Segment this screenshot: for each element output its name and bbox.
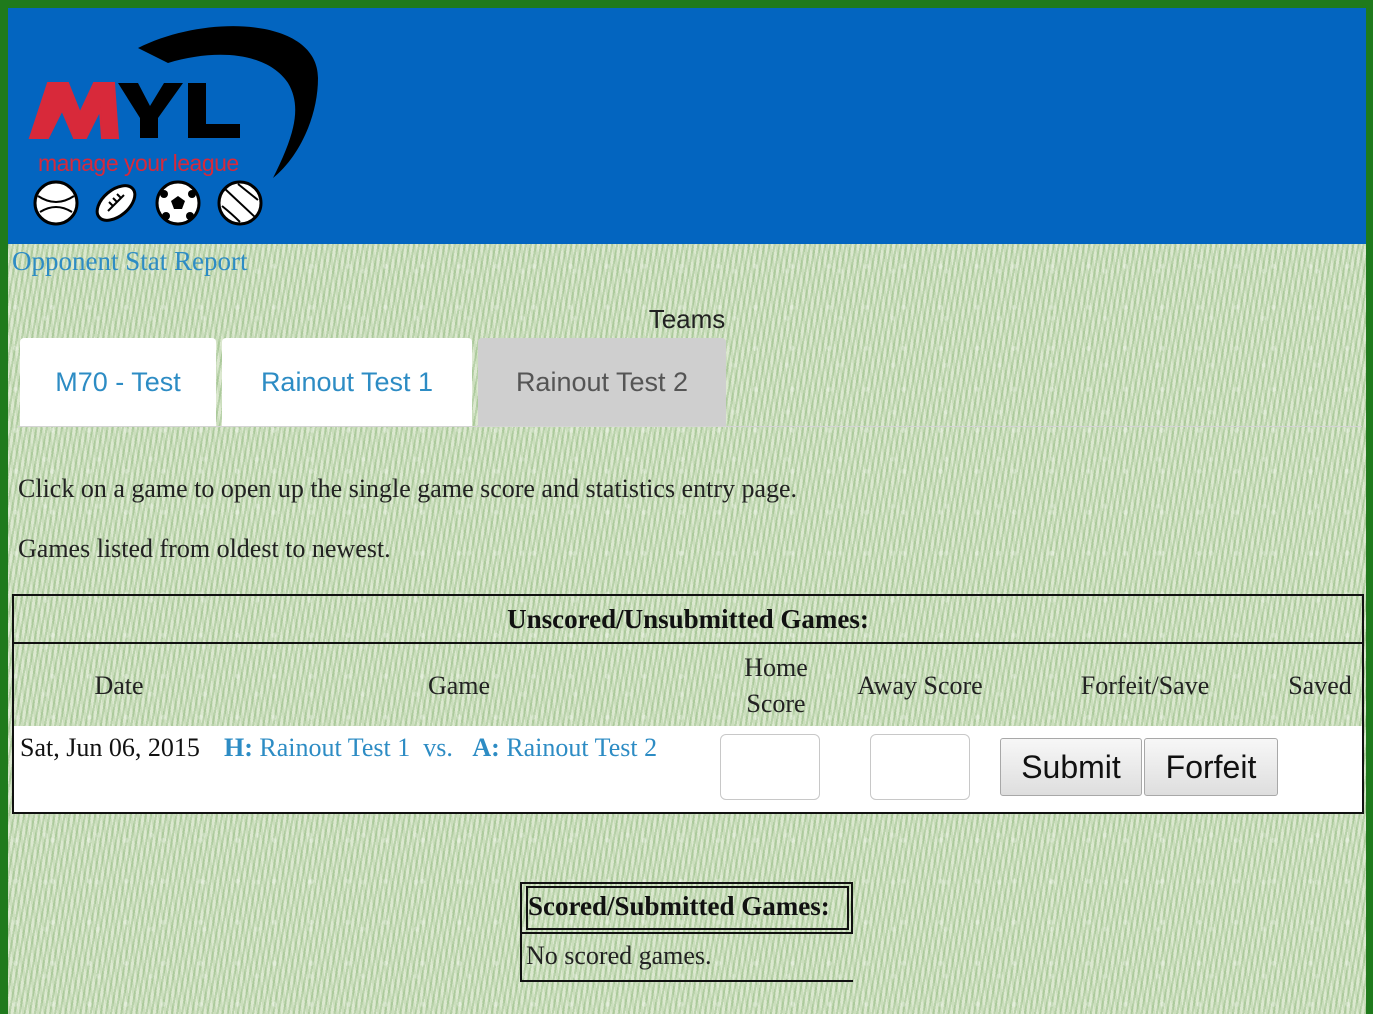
myl-logo[interactable]: manage your league — [18, 18, 328, 233]
away-score-input[interactable] — [870, 734, 970, 800]
away-prefix: A: — [472, 733, 500, 762]
tab-m70-test[interactable]: M70 - Test — [20, 338, 216, 426]
column-game: Game — [427, 671, 491, 700]
intro-instructions: Click on a game to open up the single ga… — [18, 474, 798, 503]
game-date: Sat, Jun 06, 2015 — [20, 733, 200, 762]
tab-rainout-test-1[interactable]: Rainout Test 1 — [222, 338, 472, 426]
scored-games-title: Scored/Submitted Games: — [522, 882, 853, 934]
tab-divider — [18, 426, 1362, 427]
tab-rainout-test-2[interactable]: Rainout Test 2 — [478, 338, 726, 426]
ball-icons — [33, 180, 263, 226]
away-team[interactable]: Rainout Test 2 — [506, 733, 657, 762]
opponent-stat-report-link[interactable]: Opponent Stat Report — [12, 246, 247, 277]
column-forfeit-save: Forfeit/Save — [1080, 671, 1210, 700]
game-link[interactable]: H: Rainout Test 1 vs. A: Rainout Test 2 — [224, 730, 694, 765]
forfeit-button[interactable]: Forfeit — [1144, 738, 1278, 796]
column-home-score: Home Score — [744, 653, 808, 718]
unscored-games-title: Unscored/Unsubmitted Games: — [14, 596, 1362, 644]
table-row[interactable]: Sat, Jun 06, 2015 H: Rainout Test 1 vs. … — [14, 726, 1362, 812]
intro-ordering-note: Games listed from oldest to newest. — [18, 534, 391, 563]
scored-games-table: Scored/Submitted Games: No scored games. — [520, 882, 853, 982]
unscored-games-table: Unscored/Unsubmitted Games: Date Game Ho… — [12, 594, 1364, 814]
page-frame: manage your league Opponent Stat Report … — [8, 8, 1366, 1014]
column-away-score: Away Score — [857, 671, 983, 700]
home-prefix: H: — [224, 733, 253, 762]
column-date: Date — [94, 671, 144, 700]
vs-label: vs. — [423, 733, 453, 762]
home-team[interactable]: Rainout Test 1 — [259, 733, 410, 762]
logo-graphic — [28, 26, 318, 226]
header-banner: manage your league — [8, 8, 1366, 244]
submit-button[interactable]: Submit — [1000, 738, 1142, 796]
logo-tagline: manage your league — [38, 150, 239, 176]
scored-games-empty: No scored games. — [526, 941, 712, 970]
column-saved: Saved — [1288, 671, 1352, 700]
teams-heading: Teams — [648, 304, 726, 334]
home-score-input[interactable] — [720, 734, 820, 800]
